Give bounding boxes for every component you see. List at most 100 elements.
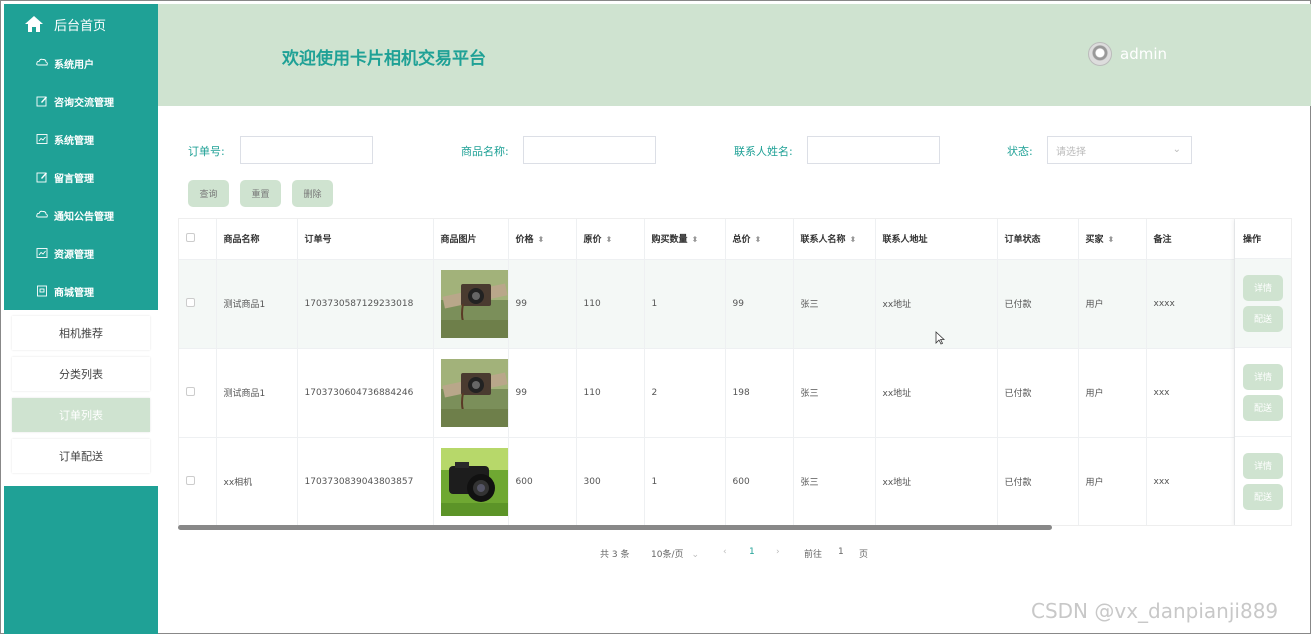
cell-price: 99 (508, 348, 577, 438)
submenu-camera-recommend[interactable]: 相机推荐 (12, 316, 150, 350)
page-size-value: 10条/页 (651, 550, 684, 560)
sidebar: 后台首页 系统用户 咨询交流管理 系统管理 留言管理 通知公告管理 资源管理 商… (4, 4, 158, 634)
cell-product-name: 测试商品1 (216, 348, 298, 438)
cell-status: 已付款 (997, 259, 1079, 349)
sidebar-item-notices[interactable]: 通知公告管理 (4, 196, 158, 234)
orders-table: 商品名称 订单号 商品图片 价格 ⬍ 原价 ⬍ 购买数量 ⬍ 总价 ⬍ 联系人名称 ⬍ 联… (178, 218, 1292, 526)
reset-button[interactable]: 重置 (240, 180, 281, 207)
cell-price: 99 (508, 259, 577, 349)
cell-product-image (433, 259, 509, 349)
col-address: 联系人地址 (875, 219, 998, 260)
ship-button[interactable]: 配送 (1243, 305, 1283, 332)
page-number-current[interactable]: 1 (749, 547, 755, 557)
home-icon (25, 16, 43, 32)
order-no-input[interactable] (240, 136, 373, 164)
edit-icon (36, 96, 47, 107)
cell-product-image (433, 348, 509, 438)
sidebar-item-system[interactable]: 系统管理 (4, 120, 158, 158)
ship-button[interactable]: 配送 (1243, 483, 1283, 510)
sort-icon[interactable]: ⬍ (606, 235, 613, 244)
detail-button[interactable]: 详情 (1243, 363, 1283, 390)
cell-buyer: 用户 (1078, 259, 1147, 349)
goto-page-input[interactable]: 1 (838, 547, 844, 557)
sort-icon[interactable]: ⬍ (538, 235, 545, 244)
submenu-order-delivery[interactable]: 订单配送 (12, 439, 150, 473)
col-contact[interactable]: 联系人名称 ⬍ (793, 219, 876, 260)
checkbox[interactable] (186, 386, 195, 396)
sort-icon[interactable]: ⬍ (692, 235, 699, 244)
dslr-camera-photo (440, 447, 507, 516)
sidebar-item-messages[interactable]: 留言管理 (4, 158, 158, 196)
row-operations: 详情 配送 (1235, 348, 1291, 437)
row-select-cell[interactable] (179, 348, 217, 438)
sidebar-home[interactable]: 后台首页 (4, 4, 158, 44)
col-price[interactable]: 价格 ⬍ (508, 219, 577, 260)
status-select[interactable]: 请选择 ⌄ (1047, 136, 1192, 164)
product-name-input[interactable] (523, 136, 656, 164)
sort-icon[interactable]: ⬍ (755, 235, 762, 244)
sidebar-item-shop[interactable]: 商城管理 (4, 272, 158, 310)
ship-button[interactable]: 配送 (1243, 394, 1283, 421)
submenu-order-list[interactable]: 订单列表 (12, 398, 150, 432)
sort-icon[interactable]: ⬍ (850, 235, 857, 244)
cell-quantity: 1 (644, 259, 726, 349)
col-total[interactable]: 总价 ⬍ (725, 219, 794, 260)
sidebar-item-label: 商城管理 (54, 287, 94, 299)
contact-name-label: 联系人姓名: (734, 145, 793, 158)
col-buyer[interactable]: 买家 ⬍ (1078, 219, 1147, 260)
sort-icon[interactable]: ⬍ (1108, 235, 1115, 244)
row-operations: 详情 配送 (1235, 259, 1291, 348)
user-menu[interactable]: admin (1088, 42, 1167, 66)
goto-label: 前往 (804, 550, 823, 560)
page-size-select[interactable]: 10条/页 ⌄ (651, 547, 699, 560)
col-total-label: 总价 (732, 235, 751, 246)
checkbox[interactable] (186, 232, 195, 242)
sidebar-item-system-users[interactable]: 系统用户 (4, 44, 158, 82)
query-button[interactable]: 查询 (188, 180, 229, 207)
table-row: 测试商品1 1703730587129233018 99 110 1 99 张三… (179, 259, 1291, 349)
contact-name-input[interactable] (807, 136, 940, 164)
col-order-no: 订单号 (297, 219, 434, 260)
detail-button[interactable]: 详情 (1243, 274, 1283, 301)
cell-total: 99 (725, 259, 794, 349)
next-page-icon[interactable]: › (776, 547, 780, 557)
checkbox[interactable] (186, 297, 195, 307)
sidebar-item-resources[interactable]: 资源管理 (4, 234, 158, 272)
col-contact-label: 联系人名称 (800, 235, 846, 246)
cell-original-price: 300 (576, 437, 645, 525)
col-status: 订单状态 (997, 219, 1079, 260)
row-select-cell[interactable] (179, 259, 217, 349)
delete-button[interactable]: 删除 (292, 180, 333, 207)
sidebar-item-label: 系统用户 (54, 59, 94, 71)
col-quantity[interactable]: 购买数量 ⬍ (644, 219, 726, 260)
select-all-cell[interactable] (179, 219, 217, 260)
sidebar-item-label: 咨询交流管理 (54, 97, 114, 109)
prev-page-icon[interactable]: ‹ (723, 547, 727, 557)
sidebar-item-consult[interactable]: 咨询交流管理 (4, 82, 158, 120)
page-title: 欢迎使用卡片相机交易平台 (282, 49, 486, 69)
cell-remark: xxx (1146, 437, 1235, 525)
checkbox[interactable] (186, 475, 195, 485)
cell-original-price: 110 (576, 259, 645, 349)
col-original-price[interactable]: 原价 ⬍ (576, 219, 645, 260)
horizontal-scrollbar[interactable] (178, 525, 1052, 530)
vintage-camera-photo (440, 358, 507, 427)
cell-price: 600 (508, 437, 577, 525)
edit-icon (36, 172, 47, 183)
submenu-category-list[interactable]: 分类列表 (12, 357, 150, 391)
cell-status: 已付款 (997, 437, 1079, 525)
cell-product-image (433, 437, 509, 525)
cell-buyer: 用户 (1078, 437, 1147, 525)
cell-product-name: 测试商品1 (216, 259, 298, 349)
cell-original-price: 110 (576, 348, 645, 438)
row-select-cell[interactable] (179, 437, 217, 525)
cell-order-no: 1703730587129233018 (297, 259, 434, 349)
detail-button[interactable]: 详情 (1243, 452, 1283, 479)
pagination-total: 共 3 条 (600, 550, 630, 560)
cell-quantity: 1 (644, 437, 726, 525)
vintage-camera-photo (440, 269, 507, 338)
chevron-down-icon: ⌄ (1172, 144, 1181, 155)
cell-contact: 张三 (793, 259, 876, 349)
cell-status: 已付款 (997, 348, 1079, 438)
cell-remark: xxx (1146, 348, 1235, 438)
